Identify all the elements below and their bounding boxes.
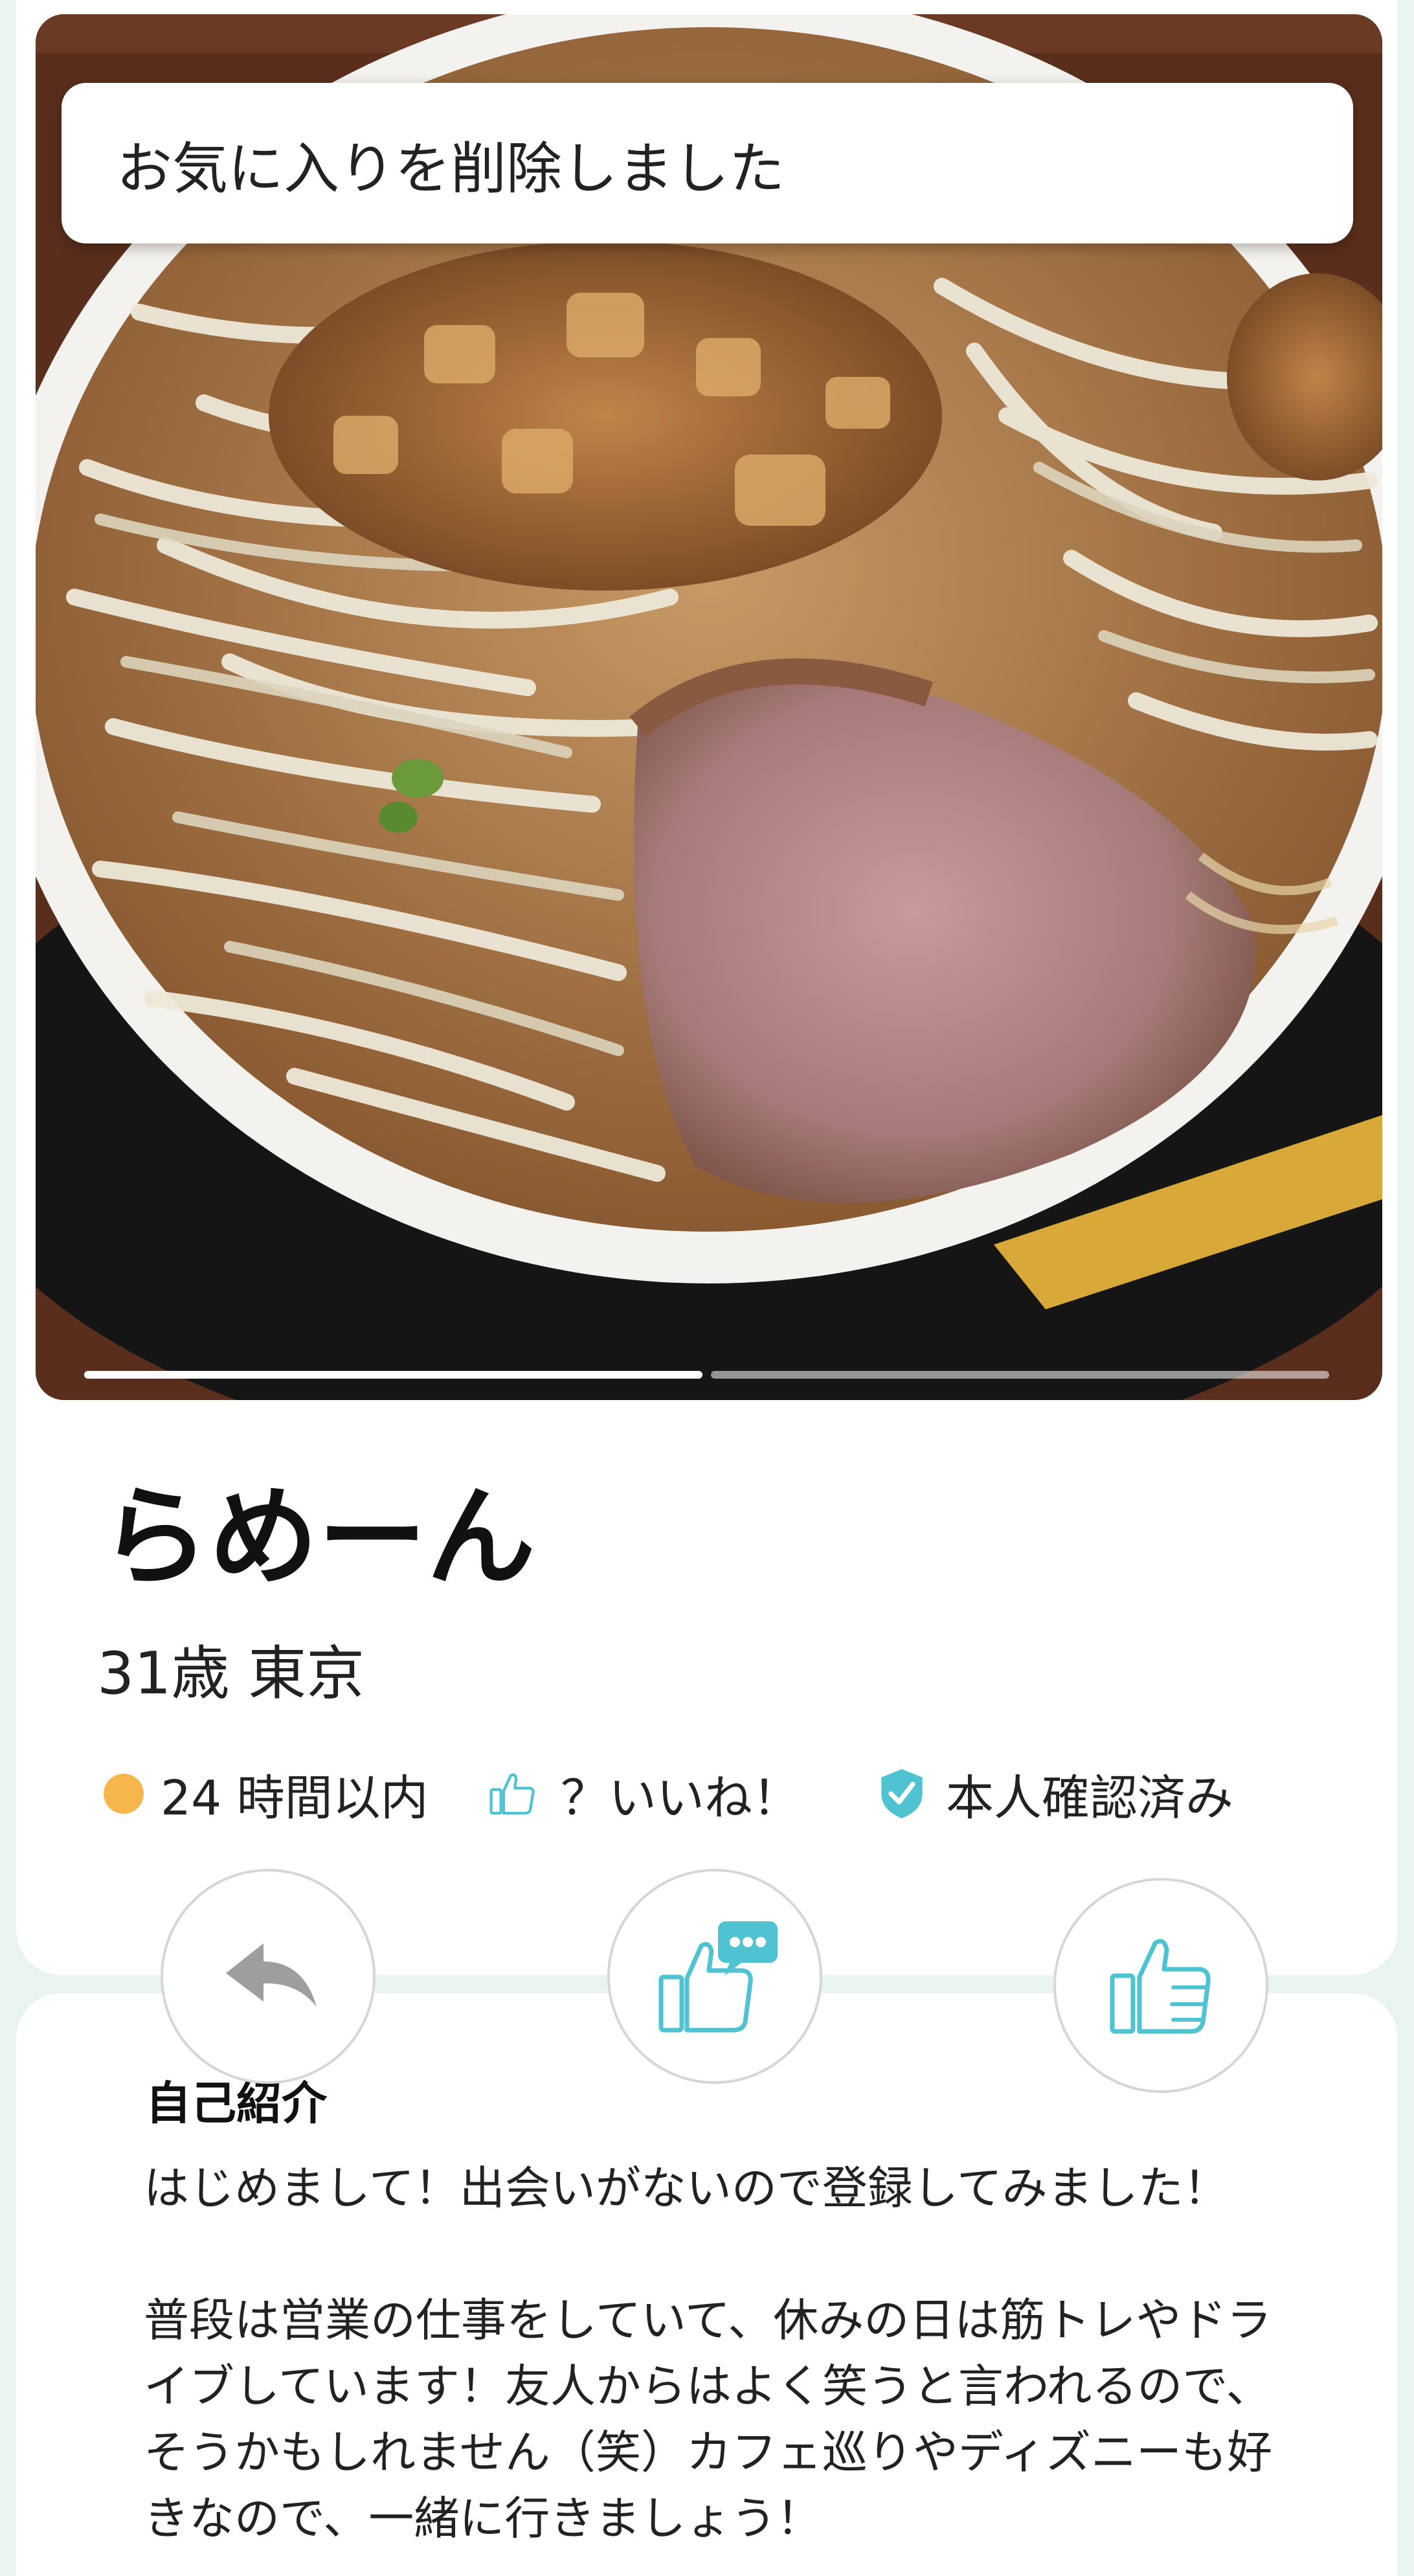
photo-page-indicator	[711, 1371, 1329, 1379]
profile-stats: 24 時間以内 ？いいね！ 本人確認済み	[0, 1758, 1414, 1829]
message-like-button[interactable]	[607, 1869, 822, 2084]
verified-shield-icon	[881, 1769, 923, 1818]
activity-label: 24 時間以内	[161, 1770, 429, 1826]
thumbs-up-icon	[1110, 1939, 1211, 2034]
like-button[interactable]	[1053, 1878, 1268, 2093]
likes-label: ？いいね！	[561, 1770, 800, 1826]
likes-stat: ？いいね！	[486, 1758, 800, 1829]
thumbs-up-small-icon	[489, 1773, 535, 1815]
profile-age-location: 31歳 東京	[97, 1640, 365, 1708]
activity-stat: 24 時間以内	[104, 1758, 429, 1829]
online-status-dot-icon	[104, 1774, 144, 1814]
intro-body: はじめまして！出会いがないので登録してみました！ 普段は営業の仕事をしていて、休…	[144, 2162, 1272, 2545]
verified-stat: 本人確認済み	[877, 1758, 1233, 1829]
favorite-removed-toast: お気に入りを削除しました	[62, 83, 1353, 243]
profile-name: らめーん	[100, 1474, 535, 1601]
message-like-icon	[658, 1921, 778, 2033]
toast-message: お気に入りを削除しました	[117, 136, 785, 201]
photo-page-indicator-active	[84, 1371, 702, 1379]
back-button[interactable]	[161, 1869, 376, 2084]
back-arrow-icon	[226, 1943, 317, 2007]
verified-label: 本人確認済み	[946, 1770, 1233, 1826]
